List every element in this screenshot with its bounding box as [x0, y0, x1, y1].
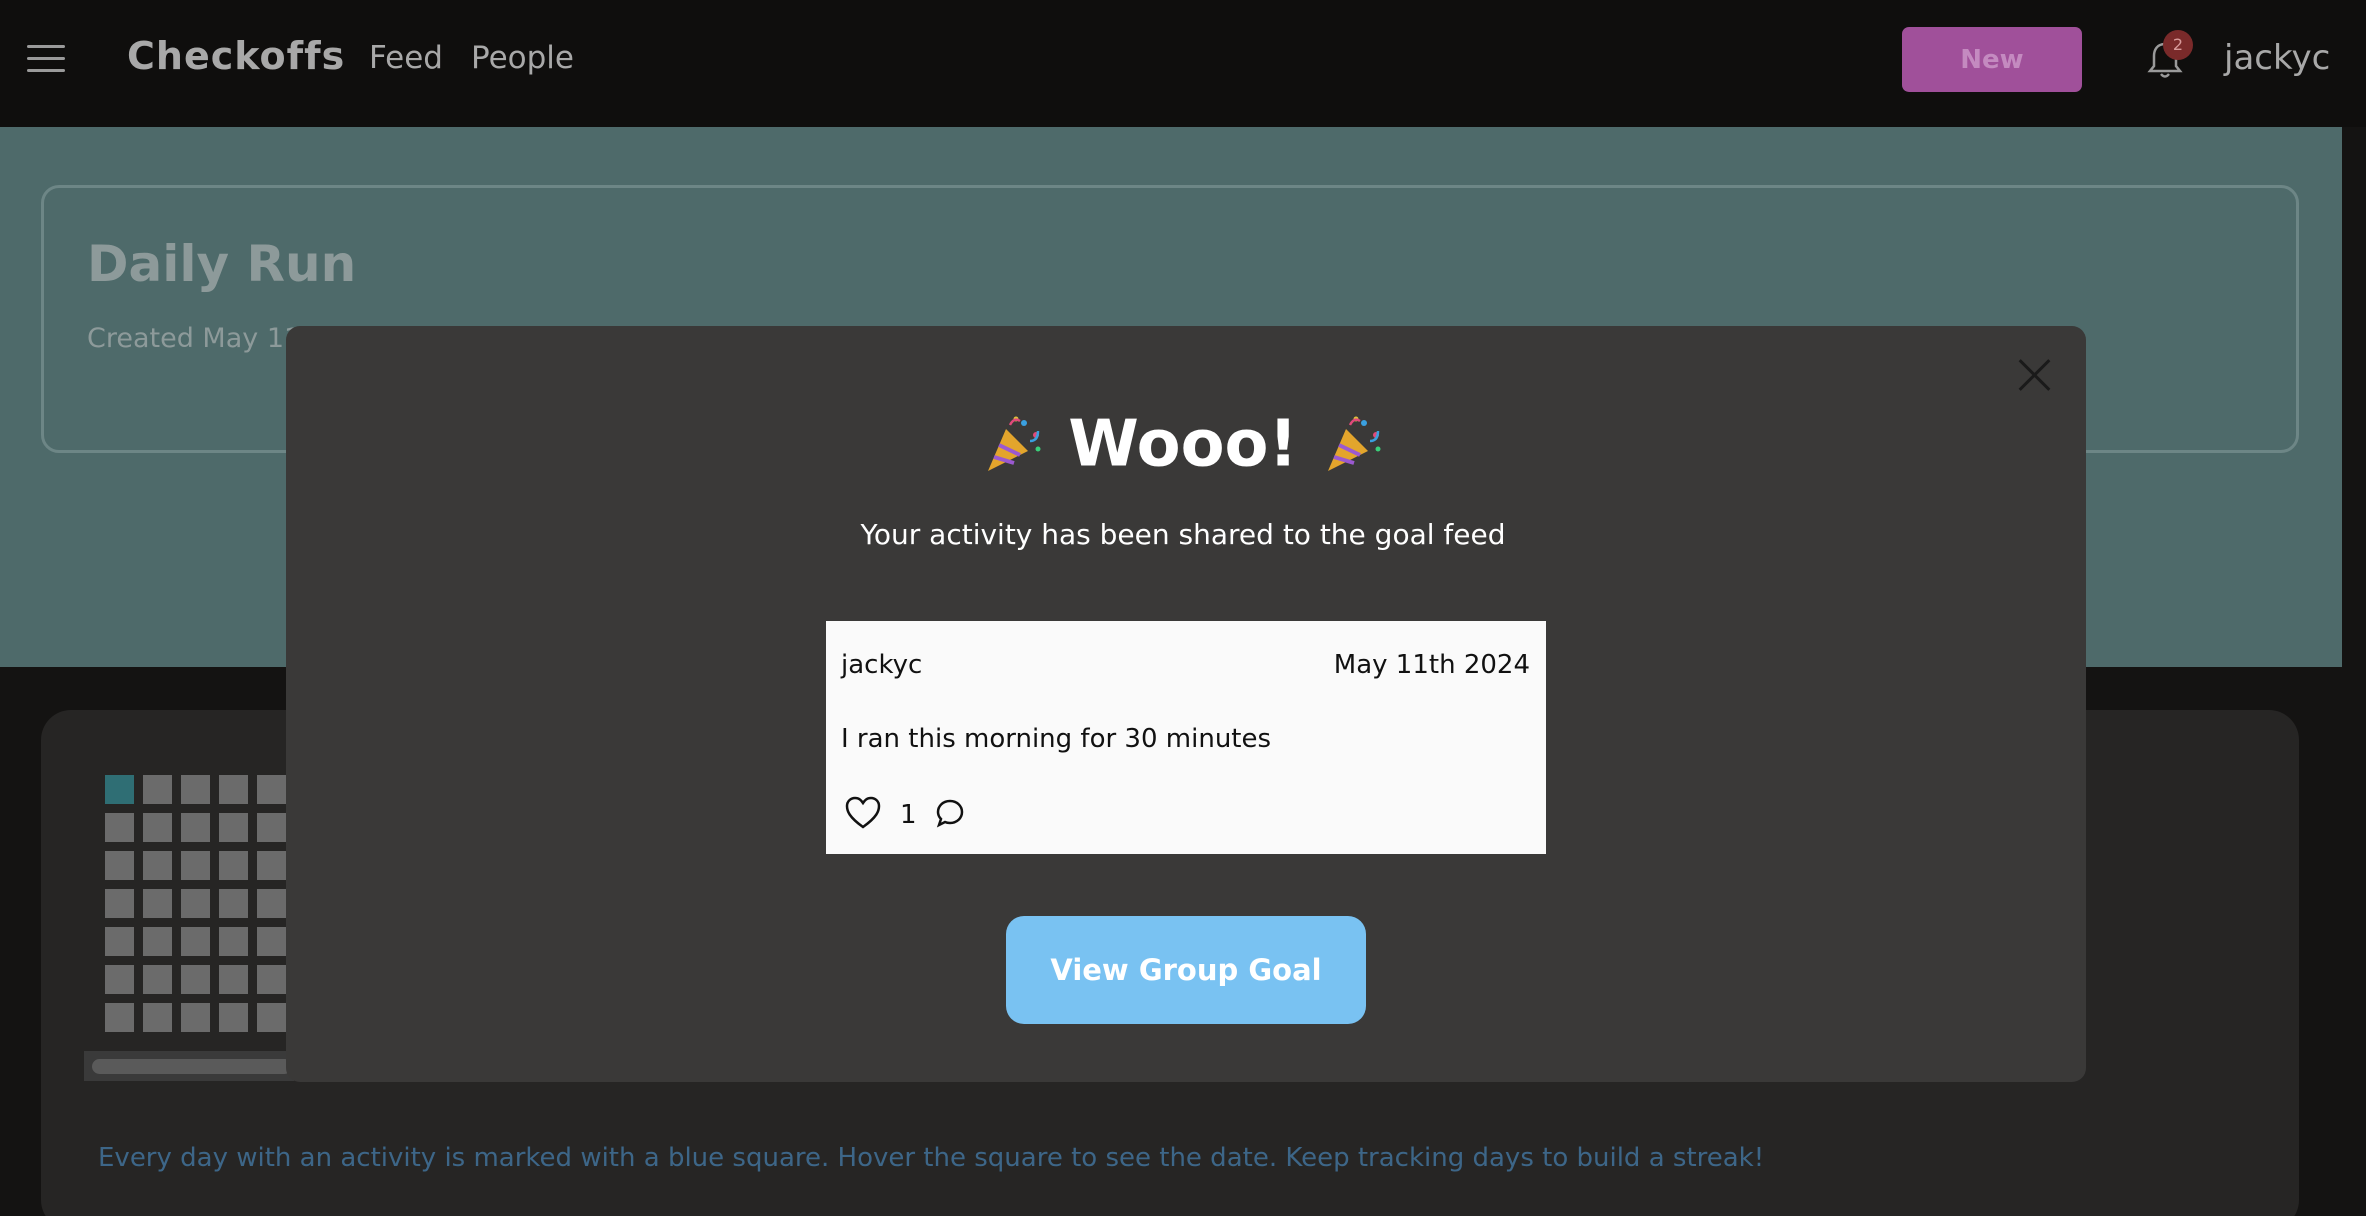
calendar-day-square[interactable] [143, 965, 172, 994]
calendar-day-square[interactable] [257, 813, 286, 842]
nav-link-people[interactable]: People [471, 40, 574, 76]
calendar-day-square[interactable] [105, 1003, 134, 1032]
calendar-day-square[interactable] [105, 889, 134, 918]
calendar-day-square[interactable] [143, 1003, 172, 1032]
modal-title-text: Wooo! [1068, 407, 1298, 482]
like-count: 1 [900, 800, 917, 830]
modal-title: Wooo! [0, 404, 2366, 481]
calendar-day-square[interactable] [257, 851, 286, 880]
calendar-day-square[interactable] [143, 851, 172, 880]
user-menu[interactable]: jackyc [2224, 38, 2330, 78]
calendar-day-square[interactable] [257, 775, 286, 804]
calendar-day-square[interactable] [105, 927, 134, 956]
calendar-day-square[interactable] [181, 1003, 210, 1032]
brand-logo[interactable]: Checkoffs [127, 34, 345, 78]
calendar-day-square[interactable] [257, 927, 286, 956]
calendar-day-square[interactable] [257, 1003, 286, 1032]
modal-subtitle: Your activity has been shared to the goa… [860, 518, 1506, 551]
calendar-day-square[interactable] [143, 927, 172, 956]
calendar-day-square[interactable] [181, 775, 210, 804]
calendar-day-square[interactable] [143, 813, 172, 842]
calendar-day-square[interactable] [219, 927, 248, 956]
calendar-day-square[interactable] [257, 965, 286, 994]
view-group-goal-button[interactable]: View Group Goal [1006, 916, 1366, 1024]
calendar-day-square[interactable] [219, 851, 248, 880]
calendar-day-square[interactable] [219, 889, 248, 918]
notification-badge: 2 [2163, 30, 2193, 60]
post-username[interactable]: jackyc [841, 650, 922, 680]
calendar-day-square[interactable] [219, 813, 248, 842]
party-popper-icon [988, 416, 1041, 472]
calendar-day-square[interactable] [105, 965, 134, 994]
goal-title: Daily Run [87, 235, 357, 293]
new-button[interactable]: New [1902, 27, 2082, 92]
heart-icon[interactable] [845, 796, 881, 830]
calendar-day-square[interactable] [181, 813, 210, 842]
post-text: I ran this morning for 30 minutes [841, 724, 1272, 754]
calendar-day-square[interactable] [181, 927, 210, 956]
calendar-day-square[interactable] [105, 851, 134, 880]
post-date: May 11th 2024 [1333, 650, 1530, 680]
calendar-day-square[interactable] [143, 889, 172, 918]
calendar-day-square[interactable] [181, 889, 210, 918]
calendar-day-square[interactable] [181, 965, 210, 994]
calendar-day-square[interactable] [219, 1003, 248, 1032]
calendar-day-square[interactable] [181, 851, 210, 880]
calendar-day-square[interactable] [105, 813, 134, 842]
calendar-day-square[interactable] [105, 775, 134, 804]
calendar-day-square[interactable] [219, 775, 248, 804]
calendar-day-square[interactable] [219, 965, 248, 994]
calendar-day-square[interactable] [143, 775, 172, 804]
calendar-day-square[interactable] [257, 889, 286, 918]
menu-icon[interactable] [27, 45, 65, 73]
comment-icon[interactable] [934, 797, 966, 829]
party-popper-icon [1327, 416, 1381, 472]
nav-link-feed[interactable]: Feed [369, 40, 443, 76]
scrollbar-thumb[interactable] [92, 1059, 292, 1074]
close-icon[interactable] [2017, 358, 2051, 392]
calendar-hint: Every day with an activity is marked wit… [98, 1143, 1765, 1173]
